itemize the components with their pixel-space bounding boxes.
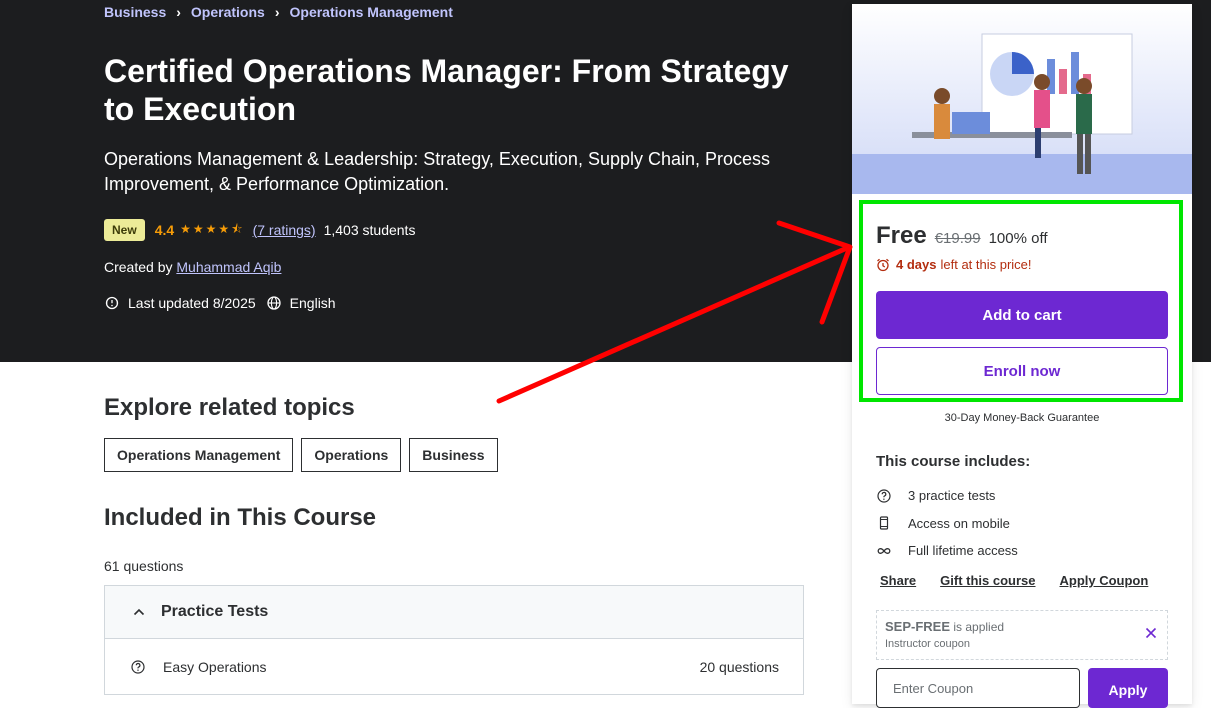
- share-link[interactable]: Share: [880, 573, 916, 588]
- chevron-up-icon: [133, 608, 145, 616]
- student-count: 1,403 students: [323, 222, 416, 238]
- include-label: 3 practice tests: [908, 488, 996, 504]
- related-topics-heading: Explore related topics: [104, 394, 355, 421]
- discount-percent: 100% off: [988, 230, 1048, 247]
- course-meta: Last updated 8/2025 English: [104, 295, 336, 311]
- created-by: Created by Muhammad Aqib: [104, 259, 281, 275]
- timer-text: left at this price!: [940, 257, 1032, 272]
- applied-coupon: SEP-FREE is applied Instructor coupon: [876, 610, 1168, 660]
- last-updated: Last updated 8/2025: [128, 295, 256, 311]
- add-to-cart-button[interactable]: Add to cart: [876, 291, 1168, 339]
- includes-heading: This course includes:: [876, 453, 1031, 470]
- purchase-sidebar: Free €19.99 100% off 4 days left at this…: [852, 4, 1192, 708]
- include-label: Access on mobile: [908, 515, 1010, 531]
- chevron-right-icon: ›: [274, 4, 280, 20]
- chevron-right-icon: ›: [176, 4, 181, 20]
- question-count: 61 questions: [104, 558, 184, 574]
- included-heading: Included in This Course: [104, 504, 377, 531]
- test-title: Easy Operations: [163, 659, 267, 675]
- new-badge: New: [104, 219, 145, 241]
- language: English: [289, 295, 336, 311]
- apply-coupon-button[interactable]: Apply: [1088, 668, 1168, 708]
- includes-list: 3 practice tests Access on mobile Full l…: [876, 482, 1018, 565]
- breadcrumb: Business › Operations › Operations Manag…: [104, 4, 453, 20]
- include-label: Full lifetime access: [908, 543, 1018, 559]
- test-question-count: 20 questions: [699, 659, 779, 675]
- apply-coupon-link[interactable]: Apply Coupon: [1060, 573, 1149, 588]
- close-icon[interactable]: [1145, 627, 1157, 639]
- mobile-icon: [876, 515, 892, 531]
- globe-icon: [266, 295, 282, 311]
- coupon-code: SEP-FREE: [885, 619, 951, 634]
- course-subtitle: Operations Management & Leadership: Stra…: [104, 149, 771, 194]
- question-circle-icon: [876, 488, 892, 504]
- course-title: Certified Operations Manager: From Strat…: [104, 53, 789, 127]
- rating-row: New 4.4 ★★★★⯪ (7 ratings) 1,403 students: [104, 219, 415, 241]
- topic-operations-management[interactable]: Operations Management: [104, 438, 294, 472]
- breadcrumb-item-operations-management[interactable]: Operations Management: [290, 4, 453, 20]
- coupon-status: SEP-FREE is applied: [885, 619, 1159, 634]
- accordion-header[interactable]: Practice Tests: [105, 586, 803, 639]
- question-circle-icon: [131, 660, 145, 674]
- coupon-type: Instructor coupon: [885, 638, 970, 650]
- list-item: Full lifetime access: [876, 537, 1018, 565]
- topic-business[interactable]: Business: [409, 438, 498, 472]
- sidebar-links: Share Gift this course Apply Coupon: [880, 573, 1172, 588]
- list-item: 3 practice tests: [876, 482, 1018, 510]
- rating-value: 4.4: [154, 222, 175, 238]
- course-preview-image[interactable]: [852, 4, 1192, 194]
- gift-course-link[interactable]: Gift this course: [940, 573, 1035, 588]
- breadcrumb-item-operations[interactable]: Operations: [191, 4, 265, 20]
- current-price: Free: [876, 222, 927, 249]
- list-item: Access on mobile: [876, 510, 1018, 538]
- list-item[interactable]: Easy Operations 20 questions: [105, 639, 803, 695]
- practice-tests-accordion: Practice Tests Easy Operations 20 questi…: [104, 585, 804, 695]
- money-back-guarantee: 30-Day Money-Back Guarantee: [944, 412, 1100, 424]
- coupon-input[interactable]: [876, 668, 1080, 708]
- enroll-now-button[interactable]: Enroll now: [876, 347, 1168, 395]
- topic-operations[interactable]: Operations: [301, 438, 402, 472]
- timer-days: 4 days: [896, 257, 937, 272]
- created-by-label: Created by: [104, 259, 173, 275]
- accordion-title: Practice Tests: [161, 603, 269, 620]
- alert-clock-icon: [104, 295, 120, 311]
- infinity-icon: [876, 543, 892, 559]
- coupon-applied-text: is applied: [953, 620, 1005, 634]
- alarm-clock-icon: [876, 258, 890, 272]
- ratings-link[interactable]: (7 ratings): [253, 222, 316, 238]
- price-timer: 4 days left at this price!: [876, 257, 1032, 272]
- star-rating-icon: ★★★★⯪: [180, 221, 245, 236]
- price-row: Free €19.99 100% off: [876, 222, 1048, 250]
- breadcrumb-item-business[interactable]: Business: [104, 4, 166, 20]
- related-topics: Operations Management Operations Busines…: [104, 438, 506, 472]
- instructor-link[interactable]: Muhammad Aqib: [176, 259, 281, 275]
- original-price: €19.99: [934, 230, 981, 247]
